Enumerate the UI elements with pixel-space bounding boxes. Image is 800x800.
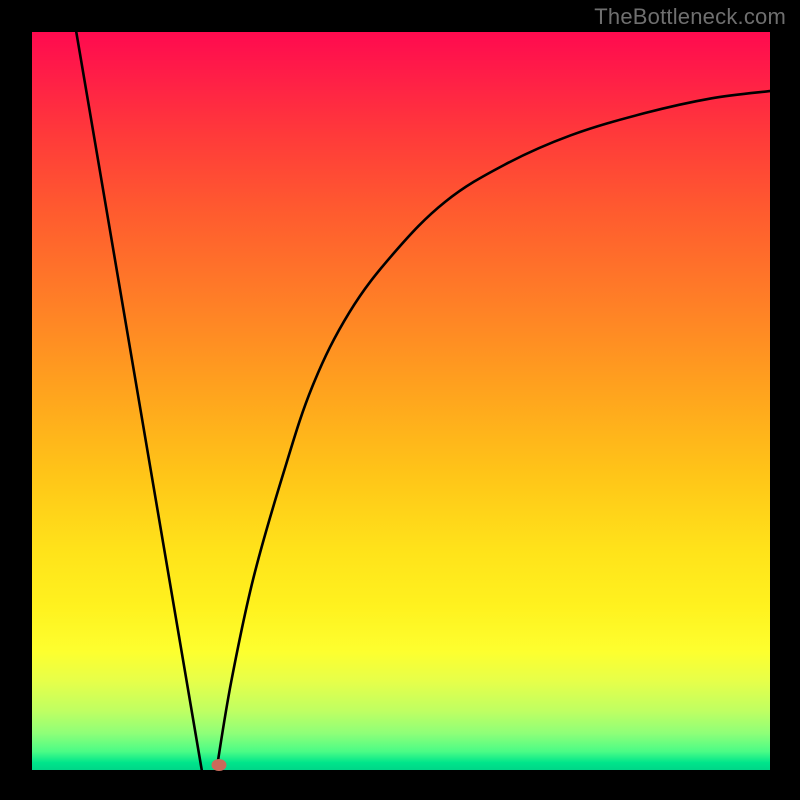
chart-frame: TheBottleneck.com [0,0,800,800]
minimum-marker [211,759,226,771]
watermark-text: TheBottleneck.com [594,4,786,30]
plot-area [32,32,770,770]
curve-left-line [76,32,201,770]
curve-svg [32,32,770,770]
curve-right-arc [217,91,771,770]
